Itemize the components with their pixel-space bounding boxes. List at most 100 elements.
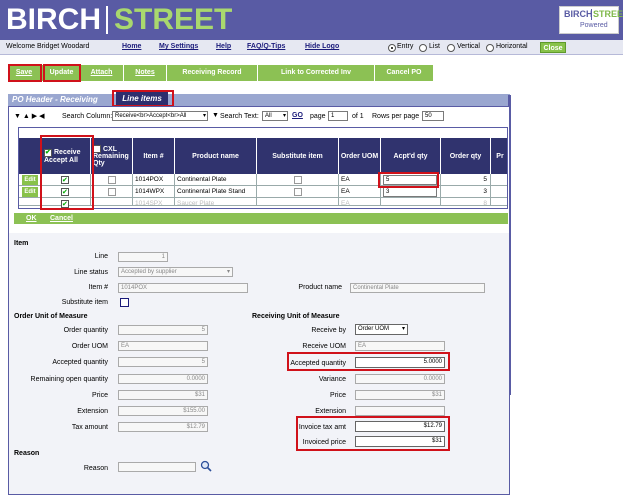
remaining-open-quantity-field: 0.0000 bbox=[118, 374, 208, 384]
order-quantity-label: Order quantity bbox=[63, 327, 108, 334]
product-name-label: Product name bbox=[298, 284, 342, 291]
receive-by-select[interactable]: Order UOM ▾ bbox=[355, 324, 408, 335]
table-cell-product: Continental Plate bbox=[175, 174, 257, 186]
search-column-value: Receive<br>Accept<br>All bbox=[115, 113, 187, 119]
view-radio-list[interactable] bbox=[419, 44, 427, 52]
table-cell-order-qty: 8 bbox=[441, 198, 491, 207]
rows-per-page-input[interactable]: 50 bbox=[422, 111, 444, 121]
table-cell-uom: EA bbox=[339, 186, 381, 198]
col-order-qty[interactable]: Order qty bbox=[441, 138, 491, 174]
notes-button[interactable]: Notes bbox=[124, 65, 167, 81]
powered-divider bbox=[591, 9, 592, 20]
highlight-receive-column bbox=[40, 135, 94, 210]
price-field: $31 bbox=[118, 390, 208, 400]
table-row-edit-cell: Edit bbox=[19, 186, 41, 198]
table-cell-item: 1014WPX bbox=[133, 186, 175, 198]
remaining-open-quantity-label: Remaining open quantity bbox=[30, 376, 108, 383]
close-button[interactable]: Close bbox=[540, 42, 566, 53]
highlight-update bbox=[43, 64, 81, 82]
table-row-cxl-cell bbox=[91, 174, 133, 186]
nav-link-hide-logo[interactable]: Hide Logo bbox=[305, 43, 339, 50]
receiving-uom-section-title: Receiving Unit of Measure bbox=[252, 313, 340, 320]
table-row-edit-cell: Edit bbox=[19, 174, 41, 186]
substitute-item-checkbox[interactable] bbox=[120, 298, 129, 307]
col-accepted-qty[interactable]: Acpt'd qty bbox=[381, 138, 441, 174]
search-text-label: Search Text: bbox=[220, 113, 259, 120]
table-row-cxl-cell bbox=[91, 186, 133, 198]
substitute-checkbox[interactable] bbox=[294, 176, 302, 184]
edit-button[interactable]: Edit bbox=[22, 175, 38, 185]
view-label-entry: Entry bbox=[397, 43, 414, 50]
reason-label: Reason bbox=[83, 465, 108, 472]
product-name-field: Continental Plate bbox=[350, 283, 485, 293]
page-label: page bbox=[310, 113, 326, 120]
search-icon[interactable] bbox=[200, 460, 212, 472]
col-item-number[interactable]: Item # bbox=[133, 138, 175, 174]
variance-label: Variance bbox=[318, 376, 346, 383]
cxl-header-row: CXL bbox=[93, 145, 117, 153]
cancel-po-button[interactable]: Cancel PO bbox=[375, 65, 433, 81]
col-substitute-item[interactable]: Substitute item bbox=[257, 138, 339, 174]
order-uom-field: EA bbox=[118, 341, 208, 351]
col-edit bbox=[19, 138, 41, 174]
view-radio-vertical[interactable] bbox=[447, 44, 455, 52]
extension-field: $155.00 bbox=[118, 406, 208, 416]
cxl-header-label: CXL bbox=[103, 145, 117, 153]
nav-link-settings[interactable]: My Settings bbox=[159, 43, 198, 50]
ok-button[interactable]: OK bbox=[26, 213, 37, 224]
nav-link-home[interactable]: Home bbox=[122, 43, 141, 50]
item-number-field: 1014POX bbox=[118, 283, 248, 293]
substitute-checkbox[interactable] bbox=[294, 188, 302, 196]
view-radio-horizontal[interactable] bbox=[486, 44, 494, 52]
highlight-accepted-qty bbox=[378, 172, 439, 188]
attach-button[interactable]: Attach bbox=[80, 65, 124, 81]
filter-icon[interactable]: ▼ bbox=[212, 112, 219, 119]
receiving-extension-label: Extension bbox=[315, 408, 346, 415]
reason-field[interactable] bbox=[118, 462, 196, 472]
receiving-price-field: $31 bbox=[355, 390, 445, 400]
table-row-acpt-cell bbox=[381, 198, 441, 206]
link-corrected-invoice-button[interactable]: Link to Corrected Inv bbox=[258, 65, 375, 81]
highlight-save bbox=[8, 64, 42, 82]
order-uom-label: Order UOM bbox=[71, 343, 108, 350]
nav-link-faq[interactable]: FAQ/Q-Tips bbox=[247, 43, 285, 50]
cancel-button[interactable]: Cancel bbox=[50, 213, 73, 224]
col-price[interactable]: Pr bbox=[491, 138, 507, 174]
line-status-select[interactable]: Accepted by supplier ▾ bbox=[118, 267, 233, 277]
table-cell-product: Saucer Plate bbox=[175, 198, 257, 207]
page-input[interactable]: 1 bbox=[328, 111, 348, 121]
receive-by-value: Order UOM bbox=[358, 326, 390, 332]
accepted-qty-input[interactable]: 3 bbox=[383, 187, 437, 197]
edit-button[interactable]: Edit bbox=[22, 187, 38, 197]
powered-by-badge: BIRCH STREET Powered bbox=[559, 6, 623, 34]
cxl-checkbox[interactable] bbox=[108, 176, 116, 184]
search-column-label: Search Column: bbox=[62, 113, 113, 120]
ok-cancel-bar: OK Cancel bbox=[14, 213, 508, 224]
chevron-down-icon: ▾ bbox=[202, 113, 206, 119]
col-product-name[interactable]: Product name bbox=[175, 138, 257, 174]
col-order-uom[interactable]: Order UOM bbox=[339, 138, 381, 174]
search-text-value: All bbox=[265, 113, 272, 119]
rows-per-page-label: Rows per page bbox=[372, 113, 420, 120]
tax-amount-label: Tax amount bbox=[71, 424, 108, 431]
search-text-select[interactable]: All ▾ bbox=[262, 111, 288, 121]
search-column-select[interactable]: Receive<br>Accept<br>All ▾ bbox=[112, 111, 208, 121]
highlight-accepted-quantity bbox=[287, 352, 450, 371]
receive-uom-label: Receive UOM bbox=[302, 343, 346, 350]
go-button[interactable]: GO bbox=[292, 112, 303, 119]
table-cell-uom: EA bbox=[339, 174, 381, 186]
pager-nav-icons[interactable]: ▼ ▲ ▶ ◀ bbox=[14, 112, 44, 120]
receiving-extension-field bbox=[355, 406, 445, 416]
cxl-checkbox[interactable] bbox=[108, 188, 116, 196]
cxl-all-checkbox[interactable] bbox=[93, 145, 101, 153]
chevron-down-icon: ▾ bbox=[282, 113, 286, 119]
variance-field: 0.0000 bbox=[355, 374, 445, 384]
table-cell-product: Continental Plate Stand bbox=[175, 186, 257, 198]
tab-po-header[interactable]: PO Header - Receiving bbox=[12, 94, 110, 106]
receive-by-label: Receive by bbox=[311, 327, 346, 334]
table-row-substitute-cell bbox=[257, 186, 339, 198]
receiving-record-button[interactable]: Receiving Record bbox=[167, 65, 258, 81]
view-radio-entry[interactable] bbox=[388, 44, 396, 52]
extension-label: Extension bbox=[77, 408, 108, 415]
nav-link-help[interactable]: Help bbox=[216, 43, 231, 50]
